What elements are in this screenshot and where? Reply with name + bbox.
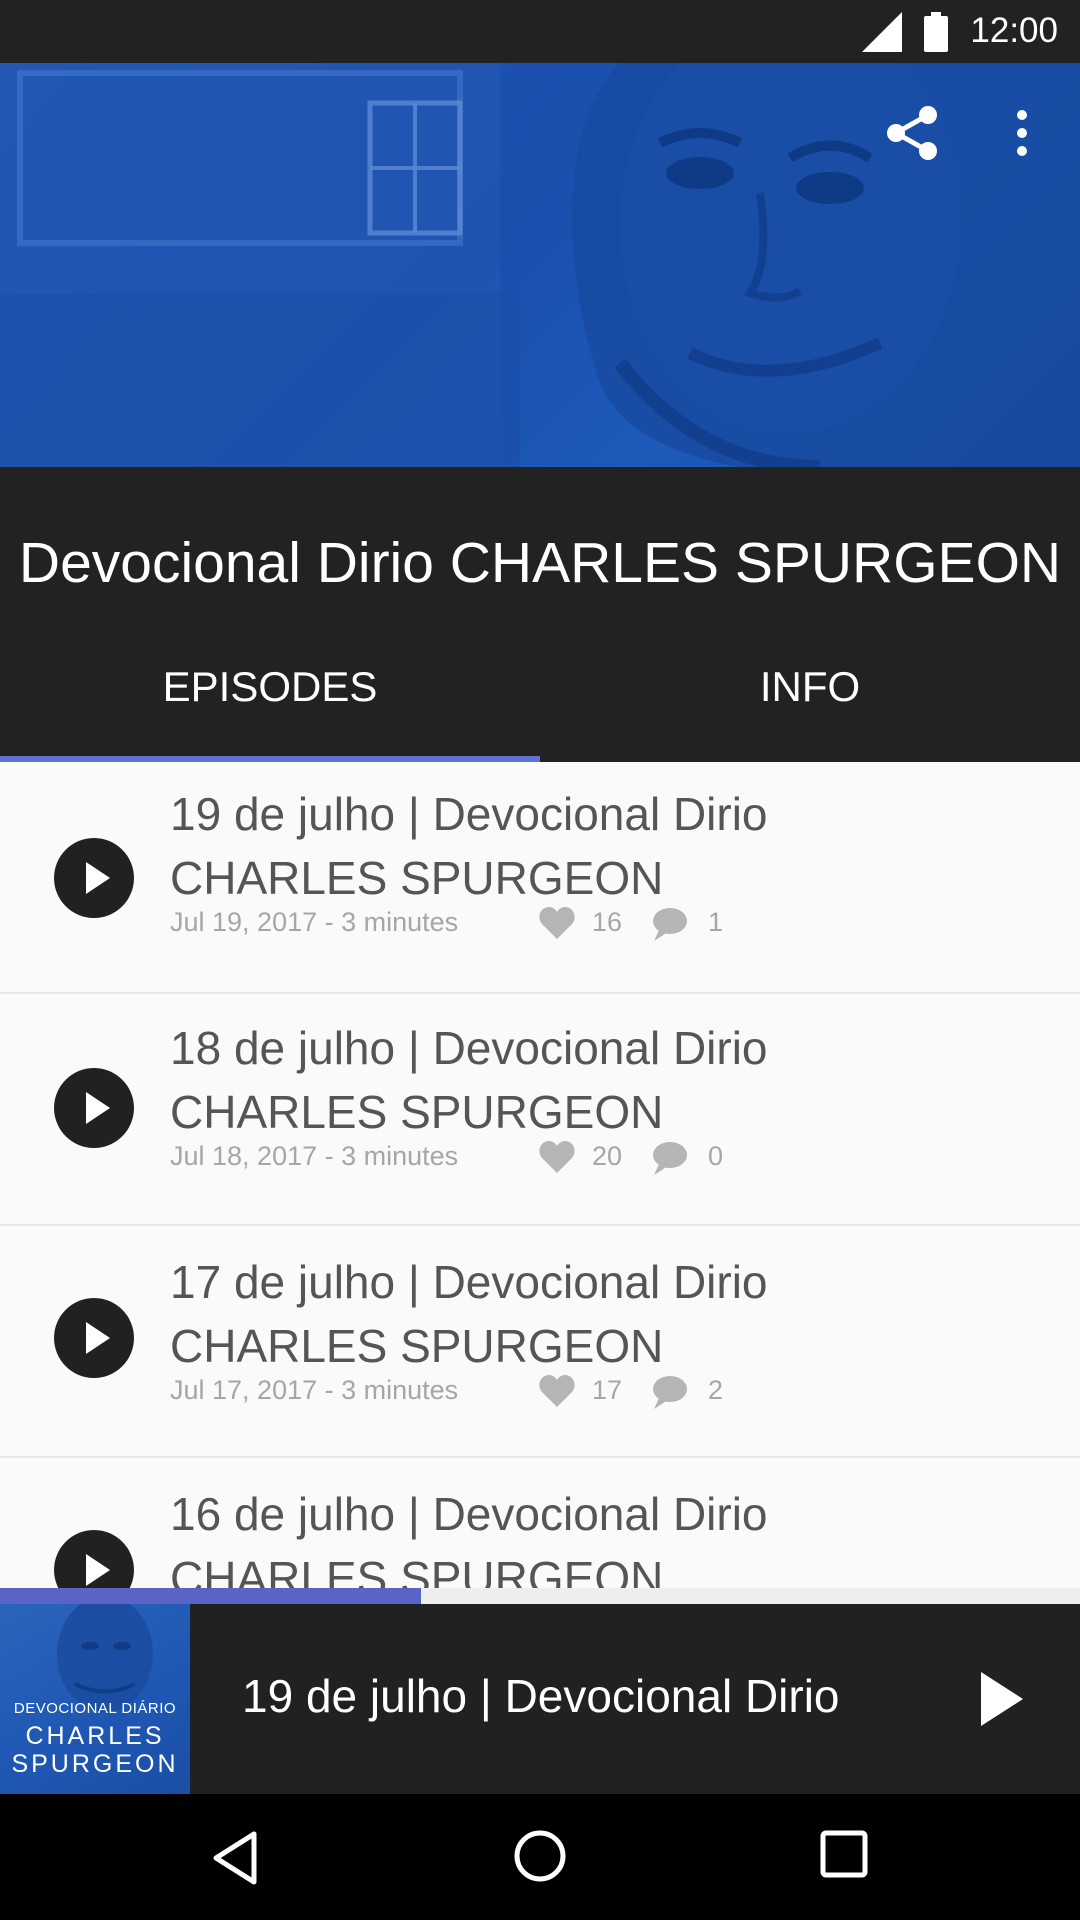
episode-list[interactable]: 19 de julho | Devocional Dirio CHARLES S… [0,762,1080,1588]
header-image [0,63,1080,467]
back-icon[interactable] [210,1830,260,1886]
episode-title-line1: 17 de julho | Devocional Dirio [170,1256,768,1308]
cover-text-line1: DEVOCIONAL DIÁRIO [13,1700,177,1717]
episode-title-line2: CHARLES SPURGEON [170,852,664,904]
comment-icon[interactable] [650,1140,688,1176]
playback-progress-bar[interactable] [0,1588,1080,1604]
comment-icon[interactable] [650,1374,688,1410]
tab-episodes[interactable]: EPISODES [0,647,540,762]
signal-icon [862,12,902,52]
cover-text-line3: SPURGEON [11,1750,179,1778]
play-button[interactable] [54,1298,134,1378]
heart-icon[interactable] [538,1140,576,1174]
list-item[interactable]: 16 de julho | Devocional Dirio CHARLES S… [0,1458,1080,1588]
episode-title-line1: 16 de julho | Devocional Dirio [170,1488,768,1540]
episode-title-line2: CHARLES SPURGEON [170,1086,664,1138]
heart-icon[interactable] [538,1374,576,1408]
episode-meta: Jul 17, 2017 - 3 minutes [170,1375,459,1405]
comment-count: 1 [708,907,724,937]
list-item[interactable]: 17 de julho | Devocional Dirio CHARLES S… [0,1226,1080,1458]
like-count: 20 [592,1141,623,1171]
share-icon[interactable] [884,103,940,163]
play-button[interactable] [54,838,134,918]
cover-art: DEVOCIONAL DIÁRIO CHARLES SPURGEON [0,1604,190,1794]
tab-info[interactable]: INFO [540,647,1080,762]
list-item[interactable]: 18 de julho | Devocional Dirio CHARLES S… [0,994,1080,1226]
tab-info-label: INFO [759,663,861,710]
comment-icon[interactable] [650,906,688,942]
episode-title-line1: 19 de julho | Devocional Dirio [170,788,768,840]
episode-title-line2: CHARLES SPURGEON [170,1552,664,1588]
page-title: Devocional Dirio CHARLES SPURGEON [18,531,1062,595]
title-bar: Devocional Dirio CHARLES SPURGEON EPISOD… [0,467,1080,762]
play-icon [86,1554,110,1586]
episode-meta: Jul 19, 2017 - 3 minutes [170,907,459,937]
like-count: 17 [592,1375,623,1405]
cover-text-line2: CHARLES [25,1722,165,1750]
more-vert-icon[interactable] [1010,108,1034,158]
mini-player[interactable]: DEVOCIONAL DIÁRIO CHARLES SPURGEON 19 de… [0,1604,1080,1794]
play-icon [86,1322,110,1354]
like-count: 16 [592,907,623,937]
episode-title-line1: 18 de julho | Devocional Dirio [170,1022,768,1074]
battery-icon [924,12,948,52]
comment-count: 0 [708,1141,724,1171]
tab-episodes-label: EPISODES [162,663,378,710]
now-playing-title: 19 de julho | Devocional Dirio [242,1670,840,1722]
episode-meta: Jul 18, 2017 - 3 minutes [170,1141,459,1171]
list-item[interactable]: 19 de julho | Devocional Dirio CHARLES S… [0,762,1080,994]
heart-icon[interactable] [538,906,576,940]
home-icon[interactable] [512,1828,568,1884]
play-button[interactable] [54,1068,134,1148]
play-icon [86,862,110,894]
comment-count: 2 [708,1375,724,1405]
status-bar: 12:00 [0,0,1080,63]
play-icon [86,1092,110,1124]
nav-bar [0,1794,1080,1920]
play-button[interactable] [54,1530,134,1588]
status-time: 12:00 [970,11,1058,50]
recents-icon[interactable] [820,1830,868,1878]
episode-title-line2: CHARLES SPURGEON [170,1320,664,1372]
playback-progress-fill [0,1588,422,1604]
play-icon[interactable] [955,1654,1025,1744]
